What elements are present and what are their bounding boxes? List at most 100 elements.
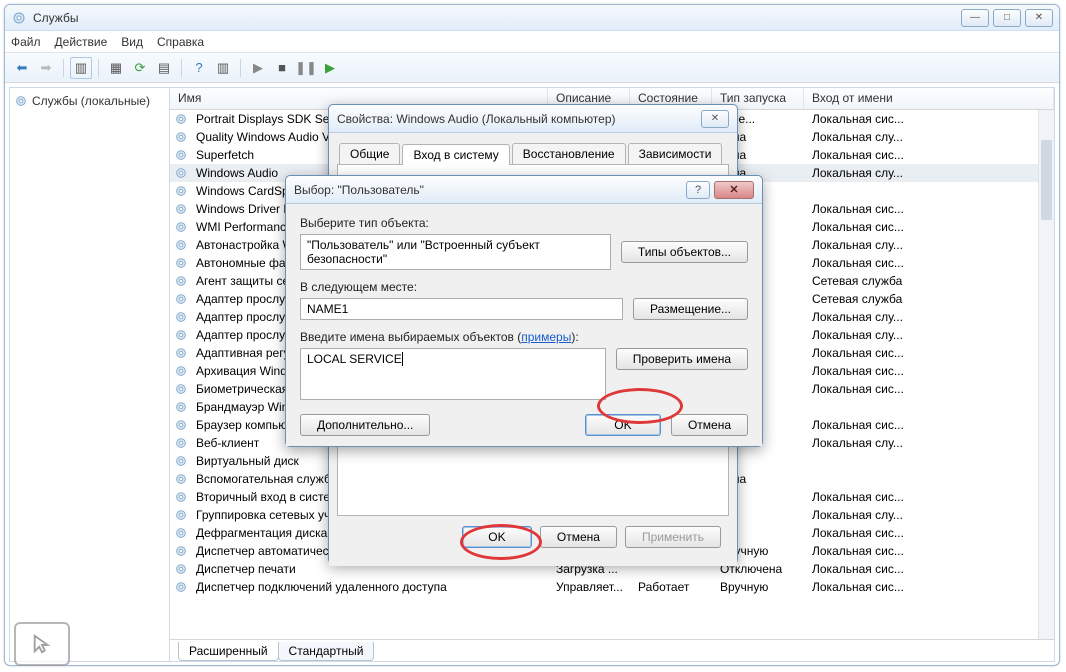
select-user-close-button[interactable]: ✕ [714, 181, 754, 199]
gear-icon [174, 328, 188, 342]
service-restart-button[interactable]: ▶ [319, 57, 341, 79]
nav-forward-button[interactable]: ➡ [35, 57, 57, 79]
toolbar-details-button[interactable]: ▥ [212, 57, 234, 79]
gear-icon [174, 364, 188, 378]
table-row[interactable]: Диспетчер подключений удаленного доступа… [170, 578, 1054, 596]
gear-icon [11, 10, 27, 26]
gear-icon [14, 94, 28, 108]
gear-icon [174, 490, 188, 504]
object-types-button[interactable]: Типы объектов... [621, 241, 748, 263]
cell-logon: Локальная сис... [808, 202, 1054, 216]
vertical-scrollbar[interactable] [1038, 110, 1054, 639]
cell-desc: Управляет... [552, 580, 634, 594]
select-user-ok-button[interactable]: OK [585, 414, 661, 436]
gear-icon [174, 274, 188, 288]
gear-icon [174, 346, 188, 360]
menu-help[interactable]: Справка [157, 35, 204, 49]
menu-view[interactable]: Вид [121, 35, 143, 49]
cell-logon: Локальная сис... [808, 418, 1054, 432]
properties-ok-button[interactable]: OK [462, 526, 532, 548]
left-tree[interactable]: Службы (локальные) [10, 88, 170, 661]
toolbar-export-button[interactable]: ▦ [105, 57, 127, 79]
tab-recovery[interactable]: Восстановление [512, 143, 626, 164]
object-names-input[interactable]: LOCAL SERVICE​ [300, 348, 606, 400]
gear-icon [174, 580, 188, 594]
gear-icon [174, 544, 188, 558]
service-start-button[interactable]: ▶ [247, 57, 269, 79]
cell-logon: Локальная слу... [808, 310, 1054, 324]
gear-icon [174, 238, 188, 252]
cell-logon: Локальная слу... [808, 508, 1054, 522]
advanced-button[interactable]: Дополнительно... [300, 414, 430, 436]
gear-icon [174, 202, 188, 216]
gear-icon [174, 256, 188, 270]
toolbar: ⬅ ➡ ▥ ▦ ⟳ ▤ ? ▥ ▶ ■ ❚❚ ▶ [5, 53, 1059, 83]
menu-action[interactable]: Действие [55, 35, 108, 49]
tree-node-services-local[interactable]: Службы (локальные) [32, 94, 150, 108]
toolbar-properties-button[interactable]: ▥ [70, 57, 92, 79]
menu-file[interactable]: Файл [11, 35, 41, 49]
cell-logon: Локальная сис... [808, 346, 1054, 360]
maximize-button[interactable]: □ [993, 9, 1021, 27]
gear-icon [174, 418, 188, 432]
cell-logon: Локальная сис... [808, 580, 1054, 594]
gear-icon [174, 310, 188, 324]
toolbar-help-button[interactable]: ? [188, 57, 210, 79]
cell-startup: Вручную [716, 580, 808, 594]
cell-logon: Локальная слу... [808, 130, 1054, 144]
cell-logon: Локальная сис... [808, 562, 1054, 576]
properties-buttons: OK Отмена Применить [337, 516, 729, 558]
properties-tabs: Общие Вход в систему Восстановление Зави… [339, 143, 727, 164]
toolbar-refresh-button[interactable]: ⟳ [129, 57, 151, 79]
window-close-button[interactable]: ✕ [1025, 9, 1053, 27]
properties-apply-button[interactable]: Применить [625, 526, 721, 548]
examples-link[interactable]: примеры [521, 330, 571, 344]
tab-general[interactable]: Общие [339, 143, 400, 164]
cell-logon: Локальная сис... [808, 220, 1054, 234]
check-names-button[interactable]: Проверить имена [616, 348, 748, 370]
minimize-button[interactable]: — [961, 9, 989, 27]
bottom-tabs: Расширенный Стандартный [170, 639, 1054, 661]
service-stop-button[interactable]: ■ [271, 57, 293, 79]
select-user-titlebar[interactable]: Выбор: "Пользователь" ? ✕ [286, 176, 762, 204]
select-user-cancel-button[interactable]: Отмена [671, 414, 748, 436]
titlebar[interactable]: Службы — □ ✕ [5, 5, 1059, 31]
tab-standard[interactable]: Стандартный [278, 642, 375, 661]
gear-icon [174, 472, 188, 486]
cell-logon: Локальная сис... [808, 544, 1054, 558]
cell-logon: Локальная сис... [808, 112, 1054, 126]
cell-logon: Локальная сис... [808, 256, 1054, 270]
cell-logon: Локальная слу... [808, 436, 1054, 450]
location-label: В следующем месте: [300, 280, 748, 294]
window-title: Службы [33, 11, 961, 25]
watermark [14, 622, 70, 666]
tab-logon[interactable]: Вход в систему [402, 144, 509, 165]
gear-icon [174, 400, 188, 414]
cell-logon: Локальная сис... [808, 526, 1054, 540]
properties-title: Свойства: Windows Audio (Локальный компь… [337, 112, 616, 126]
scrollbar-thumb[interactable] [1041, 140, 1052, 220]
properties-titlebar[interactable]: Свойства: Windows Audio (Локальный компь… [329, 105, 737, 133]
cell-name: Диспетчер подключений удаленного доступа [192, 580, 552, 594]
nav-back-button[interactable]: ⬅ [11, 57, 33, 79]
properties-close-button[interactable]: ✕ [701, 110, 729, 128]
gear-icon [174, 454, 188, 468]
gear-icon [174, 148, 188, 162]
cell-logon: Локальная сис... [808, 382, 1054, 396]
cell-logon: Сетевая служба [808, 274, 1054, 288]
service-pause-button[interactable]: ❚❚ [295, 57, 317, 79]
location-button[interactable]: Размещение... [633, 298, 748, 320]
cell-logon: Сетевая служба [808, 292, 1054, 306]
properties-cancel-button[interactable]: Отмена [540, 526, 617, 548]
tab-extended[interactable]: Расширенный [178, 642, 279, 661]
select-user-help-button[interactable]: ? [686, 181, 710, 199]
menubar: Файл Действие Вид Справка [5, 31, 1059, 53]
select-user-dialog: Выбор: "Пользователь" ? ✕ Выберите тип о… [285, 175, 763, 447]
gear-icon [174, 166, 188, 180]
select-user-title: Выбор: "Пользователь" [294, 183, 424, 197]
col-logon[interactable]: Вход от имени [804, 88, 1054, 109]
toolbar-list-button[interactable]: ▤ [153, 57, 175, 79]
cell-logon: Локальная сис... [808, 148, 1054, 162]
gear-icon [174, 220, 188, 234]
tab-deps[interactable]: Зависимости [628, 143, 723, 164]
